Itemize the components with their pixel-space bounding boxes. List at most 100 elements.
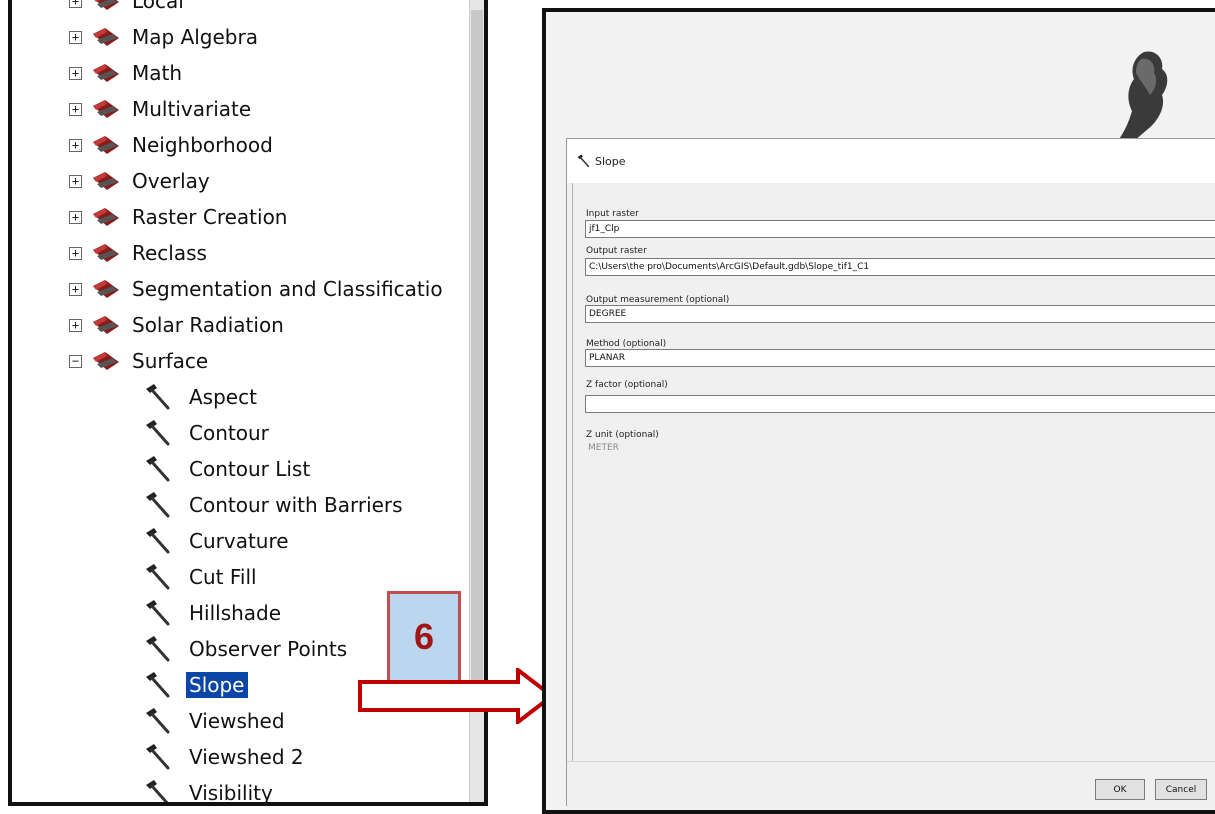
slope-tool-dialog: Slope Input raster jf1_Clp Output raster…: [566, 138, 1215, 808]
tree-category-label: Overlay: [132, 169, 210, 193]
toolbox-icon: [93, 172, 119, 190]
toolbox-icon: [93, 136, 119, 154]
hammer-icon: [577, 154, 590, 168]
expand-icon[interactable]: +: [69, 0, 82, 8]
hammer-icon: [146, 708, 170, 734]
tree-tool-label: Contour with Barriers: [189, 493, 403, 517]
hammer-icon: [146, 636, 170, 662]
output-raster-field[interactable]: C:\Users\the pro\Documents\ArcGIS\Defaul…: [585, 258, 1215, 276]
expand-icon[interactable]: +: [69, 30, 82, 44]
tree-tool-label: Visibility: [189, 781, 273, 805]
hammer-icon: [146, 420, 170, 446]
tree-tool-label: Contour: [189, 421, 269, 445]
hammer-icon: [146, 672, 170, 698]
output-measurement-label: Output measurement (optional): [586, 295, 730, 305]
dialog-titlebar[interactable]: Slope: [567, 139, 1215, 183]
toolbox-icon: [93, 280, 119, 298]
dialog-title: Slope: [595, 154, 626, 168]
z-factor-input[interactable]: [585, 395, 1215, 413]
tree-tool-cut-fill[interactable]: Cut Fill: [12, 559, 484, 595]
output-raster-label: Output raster: [586, 246, 647, 256]
tree-tool-aspect[interactable]: Aspect: [12, 379, 484, 415]
cancel-button[interactable]: Cancel: [1155, 779, 1207, 800]
hammer-icon: [146, 564, 170, 590]
toolbox-icon: [93, 100, 119, 118]
arrow-right-icon: [358, 668, 556, 724]
expand-icon[interactable]: +: [69, 318, 82, 332]
tree-category-label: Reclass: [132, 241, 207, 265]
tree-category-label: Neighborhood: [132, 133, 273, 157]
tree-tool-viewshed-2[interactable]: Viewshed 2: [12, 739, 484, 775]
expand-icon[interactable]: +: [69, 138, 82, 152]
input-raster-field[interactable]: jf1_Clp: [585, 220, 1215, 238]
tree-category-surface[interactable]: − Surface: [12, 343, 484, 379]
tree-tool-contour[interactable]: Contour: [12, 415, 484, 451]
output-measurement-select[interactable]: DEGREE: [585, 305, 1215, 323]
tree-tool-label: Hillshade: [189, 601, 282, 625]
tree-tool-curvature[interactable]: Curvature: [12, 523, 484, 559]
scrollbar-thumb[interactable]: [471, 10, 483, 710]
toolbox-icon: [94, 0, 119, 10]
ok-button[interactable]: OK: [1095, 779, 1145, 800]
tree-category-reclass[interactable]: + Reclass: [12, 235, 484, 271]
tree-tool-label: Observer Points: [189, 637, 348, 661]
tree-category-label: Solar Radiation: [132, 313, 284, 337]
tree-category-label: Map Algebra: [132, 25, 258, 49]
dialog-footer: OK Cancel: [567, 761, 1215, 808]
tree-tool-label-selected: Slope: [186, 672, 248, 698]
toolbox-icon: [93, 316, 119, 334]
tree-category-label: Local: [132, 0, 184, 13]
tree-tool-contour-with-barriers[interactable]: Contour with Barriers: [12, 487, 484, 523]
method-label: Method (optional): [586, 339, 667, 349]
tree-category-label: Math: [132, 61, 183, 85]
tree-category-label: Multivariate: [132, 97, 252, 121]
hammer-icon: [146, 456, 170, 482]
tree-category-map-algebra[interactable]: + Map Algebra: [12, 19, 484, 55]
tree-category-overlay[interactable]: + Overlay: [12, 163, 484, 199]
tree-category-label: Raster Creation: [132, 205, 288, 229]
expand-icon[interactable]: +: [69, 174, 82, 188]
expand-icon[interactable]: +: [69, 66, 82, 80]
tree-category-segmentation[interactable]: + Segmentation and Classificatio: [12, 271, 484, 307]
hammer-icon: [146, 492, 170, 518]
hammer-icon: [146, 744, 170, 770]
slope-dialog-panel: Slope Input raster jf1_Clp Output raster…: [542, 8, 1215, 814]
toolbox-icon: [93, 28, 119, 46]
method-select[interactable]: PLANAR: [585, 349, 1215, 367]
hammer-icon: [146, 600, 170, 626]
tree-tool-label: Curvature: [189, 529, 289, 553]
toolbox-icon: [93, 244, 119, 262]
expand-icon[interactable]: +: [69, 246, 82, 260]
tree-category-math[interactable]: + Math: [12, 55, 484, 91]
tree-category-label: Surface: [132, 349, 209, 373]
tree-category-multivariate[interactable]: + Multivariate: [12, 91, 484, 127]
toolbox-icon: [93, 64, 119, 82]
tree-category-label: Segmentation and Classificatio: [132, 277, 443, 301]
tree-category-raster-creation[interactable]: + Raster Creation: [12, 199, 484, 235]
z-unit-select: METER: [588, 443, 619, 453]
collapse-icon[interactable]: −: [69, 354, 82, 368]
toolbox-icon: [93, 352, 119, 370]
hammer-icon: [146, 780, 169, 802]
tree-category-neighborhood[interactable]: + Neighborhood: [12, 127, 484, 163]
tree-category-local[interactable]: + Local: [12, 0, 484, 19]
tree-tool-label: Viewshed: [189, 709, 285, 733]
hammer-icon: [146, 528, 170, 554]
tree-tool-label: Cut Fill: [189, 565, 257, 589]
tree-tool-contour-list[interactable]: Contour List: [12, 451, 484, 487]
dialog-body: Input raster jf1_Clp Output raster C:\Us…: [572, 183, 1215, 761]
raster-preview-image: [1110, 51, 1168, 151]
tree-tool-visibility[interactable]: Visibility: [12, 775, 484, 805]
z-unit-label: Z unit (optional): [586, 430, 659, 440]
hammer-icon: [146, 384, 170, 410]
tree-category-solar-radiation[interactable]: + Solar Radiation: [12, 307, 484, 343]
toolbox-icon: [93, 208, 119, 226]
expand-icon[interactable]: +: [69, 102, 82, 116]
expand-icon[interactable]: +: [69, 210, 82, 224]
input-raster-label: Input raster: [586, 209, 639, 219]
z-factor-label: Z factor (optional): [586, 380, 668, 390]
expand-icon[interactable]: +: [69, 282, 82, 296]
tree-tool-label: Contour List: [189, 457, 311, 481]
tree-tool-label: Aspect: [189, 385, 257, 409]
tree-tool-label: Viewshed 2: [189, 745, 304, 769]
